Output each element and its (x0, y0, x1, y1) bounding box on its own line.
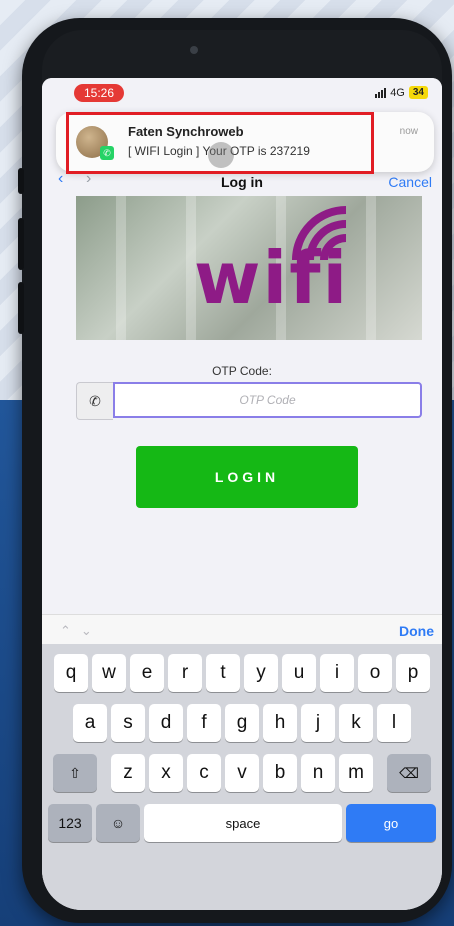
space-key[interactable]: space (144, 804, 342, 842)
key-s[interactable]: s (111, 704, 145, 742)
key-n[interactable]: n (301, 754, 335, 792)
volume-up-button (18, 218, 24, 270)
wifi-logo-text: wifi (194, 236, 350, 320)
signal-icon (375, 87, 387, 98)
chevron-up-down-icon[interactable]: ⌃⌄ (60, 623, 102, 639)
camera-icon (190, 46, 198, 54)
side-button (18, 168, 24, 194)
numbers-key[interactable]: 123 (48, 804, 92, 842)
keyboard-row-3-letters: zxcvbnm (111, 754, 373, 792)
keyboard-row-1: qwertyuiop (42, 654, 442, 692)
key-z[interactable]: z (111, 754, 145, 792)
key-l[interactable]: l (377, 704, 411, 742)
key-e[interactable]: e (130, 654, 164, 692)
key-q[interactable]: q (54, 654, 88, 692)
phone-screen: 15:26 4G 34 ‹ › Log in Cancel ✆ Faten Sy… (42, 78, 442, 910)
keyboard: qwertyuiop asdfghjkl ⇧ zxcvbnm ⌫ 123 ☺ s… (42, 644, 442, 910)
key-t[interactable]: t (206, 654, 240, 692)
key-c[interactable]: c (187, 754, 221, 792)
network-type: 4G (390, 86, 405, 99)
keyboard-row-2: asdfghjkl (42, 704, 442, 742)
cancel-button[interactable]: Cancel (388, 174, 432, 190)
key-u[interactable]: u (282, 654, 316, 692)
key-v[interactable]: v (225, 754, 259, 792)
emoji-key-icon[interactable]: ☺ (96, 804, 140, 842)
key-w[interactable]: w (92, 654, 126, 692)
otp-input-group: ✆ (76, 382, 422, 422)
shift-key-icon[interactable]: ⇧ (53, 754, 97, 792)
notification-title: Faten Synchroweb (128, 124, 244, 139)
whatsapp-icon: ✆ (100, 146, 114, 160)
done-button[interactable]: Done (399, 623, 434, 639)
page-title: Log in (221, 174, 263, 190)
notification-banner[interactable]: ✆ Faten Synchroweb [ WIFI Login ] Your O… (56, 112, 434, 174)
phone-icon: ✆ (76, 382, 113, 420)
key-p[interactable]: p (396, 654, 430, 692)
key-j[interactable]: j (301, 704, 335, 742)
otp-label: OTP Code: (212, 364, 272, 378)
keyboard-row-4: 123 ☺ space go (42, 804, 442, 842)
volume-down-button (18, 282, 24, 334)
status-bar: 15:26 4G 34 (42, 78, 442, 106)
key-o[interactable]: o (358, 654, 392, 692)
backspace-key-icon[interactable]: ⌫ (387, 754, 431, 792)
login-button[interactable]: LOGIN (136, 446, 358, 508)
go-key[interactable]: go (346, 804, 436, 842)
key-h[interactable]: h (263, 704, 297, 742)
keyboard-row-3: ⇧ zxcvbnm ⌫ (42, 754, 442, 792)
key-m[interactable]: m (339, 754, 373, 792)
key-d[interactable]: d (149, 704, 183, 742)
phone-bezel (42, 30, 442, 82)
status-right: 4G 34 (375, 86, 428, 99)
key-i[interactable]: i (320, 654, 354, 692)
key-a[interactable]: a (73, 704, 107, 742)
key-b[interactable]: b (263, 754, 297, 792)
key-f[interactable]: f (187, 704, 221, 742)
otp-input[interactable] (113, 382, 422, 418)
key-x[interactable]: x (149, 754, 183, 792)
wifi-banner-image: wifi (76, 196, 422, 340)
key-k[interactable]: k (339, 704, 373, 742)
key-y[interactable]: y (244, 654, 278, 692)
notification-time: now (399, 126, 418, 137)
touch-indicator (208, 142, 234, 168)
status-time: 15:26 (74, 84, 125, 102)
keyboard-accessory-bar: ⌃⌄ Done (42, 614, 442, 645)
battery-icon: 34 (408, 86, 428, 99)
key-g[interactable]: g (225, 704, 259, 742)
key-r[interactable]: r (168, 654, 202, 692)
